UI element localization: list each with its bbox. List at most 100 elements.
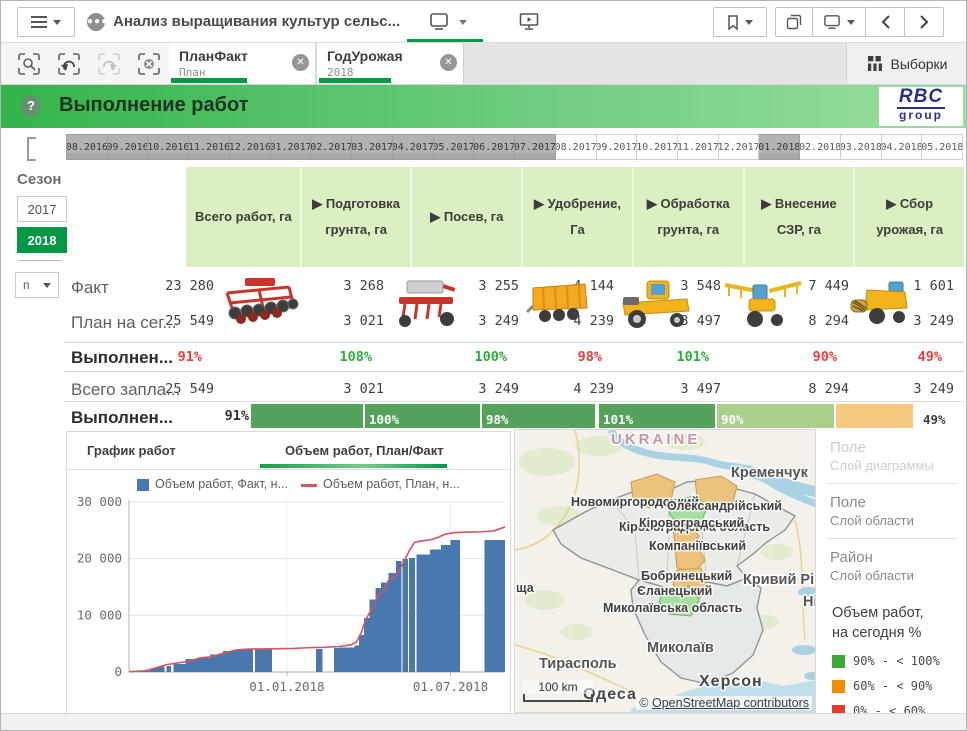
prev-sheet-button[interactable] <box>865 7 905 37</box>
tab-work-volume[interactable]: Объем работ, План/Факт <box>285 443 444 458</box>
timeline-month[interactable]: 11.2017 <box>678 134 719 160</box>
step-back-icon[interactable] <box>57 52 81 76</box>
layer-item[interactable]: ПолеСлой области <box>816 484 964 538</box>
bookmark-button[interactable] <box>713 7 767 37</box>
timeline-month[interactable]: 01.2018 <box>759 134 800 160</box>
layer-item[interactable]: РайонСлой области <box>816 539 964 593</box>
map-label: Херсон <box>699 673 763 690</box>
legend-fact-swatch <box>137 479 149 491</box>
next-sheet-button[interactable] <box>904 7 944 37</box>
smart-search-icon[interactable] <box>17 52 41 76</box>
chip-field: ГодУрожая <box>327 48 403 64</box>
mini-dropdown[interactable]: п <box>15 272 59 298</box>
sheet-icon[interactable] <box>429 13 449 31</box>
fact-area-bar <box>197 658 210 672</box>
layer-type: Слой области <box>830 512 964 529</box>
timeline-month[interactable]: 04.2017 <box>393 134 434 160</box>
column-header[interactable]: Всего работ, га <box>186 167 302 267</box>
map-label: ща <box>516 581 535 595</box>
done-bar-segment: 98% <box>482 404 599 428</box>
filter-chip-planfakt[interactable]: ПланФакт План ✕ <box>169 43 316 84</box>
timeline-month[interactable]: 10.2017 <box>637 134 678 160</box>
fact-area-bar <box>223 651 236 672</box>
duplicate-sheet-button[interactable] <box>775 7 813 37</box>
timeline-month[interactable]: 08.2016 <box>66 134 108 160</box>
timeline-month[interactable]: 02.2018 <box>800 134 841 160</box>
timeline-month[interactable]: 03.2018 <box>841 134 882 160</box>
sheet-list-button[interactable] <box>812 7 866 37</box>
clear-selections-icon[interactable] <box>137 52 161 76</box>
app-info-icon[interactable]: ●●● <box>87 13 105 31</box>
sheet-icon <box>823 14 841 30</box>
timeline-month[interactable]: 12.2017 <box>719 134 760 160</box>
timeline-month[interactable]: 05.2017 <box>434 134 475 160</box>
map-label: Кривий Ріг <box>743 572 816 588</box>
map-layers-panel: ПолеСлой диаграммыПолеСлой областиРайонС… <box>816 429 964 713</box>
fact-area-bar <box>450 540 459 672</box>
map-legend-item: 90% - < 100% <box>832 654 964 668</box>
y-tick-label: 10 000 <box>77 607 122 622</box>
timeline-month[interactable]: 12.2016 <box>230 134 271 160</box>
selections-label: Выборки <box>891 56 948 72</box>
help-icon[interactable]: ? <box>21 96 41 116</box>
layer-list: ПолеСлой диаграммыПолеСлой областиРайонС… <box>816 429 964 593</box>
timeline-month[interactable]: 09.2016 <box>108 134 149 160</box>
timeline-month[interactable]: 08.2017 <box>556 134 597 160</box>
legend-fact-label[interactable]: Объем работ, Факт, н... <box>155 477 288 491</box>
plan-fact-chart[interactable]: 010 00020 00030 00001.01.201801.07.2018 <box>67 494 510 715</box>
cell-plan_today: 8 294 <box>808 313 849 329</box>
legend-color-swatch <box>832 680 845 693</box>
cell-total_plan: 3 497 <box>680 381 721 397</box>
map-label: Тирасполь <box>539 656 617 672</box>
column-header[interactable]: ▶ Удобрение, Га <box>523 167 634 267</box>
timeline-month[interactable]: 01.2017 <box>271 134 312 160</box>
timeline: 08.201609.201610.201611.201612.201601.20… <box>66 134 963 160</box>
attribution-link[interactable]: OpenStreetMap contributors <box>652 696 809 710</box>
sheet-chevron-icon[interactable] <box>459 20 467 25</box>
selection-tools <box>1 43 169 84</box>
main-menu-button[interactable] <box>17 7 75 37</box>
timeline-month[interactable]: 06.2017 <box>474 134 515 160</box>
column-header[interactable]: ▶ Сбор урожая, га <box>855 167 964 267</box>
layer-field-name: Район <box>830 548 964 567</box>
legend-plan-label[interactable]: Объем работ, План, н... <box>323 477 460 491</box>
table-separator <box>64 401 964 402</box>
map-scale-label: 100 km <box>523 680 593 694</box>
work-volume-chart-card: График работ Объем работ, План/Факт Объе… <box>66 431 511 716</box>
work-table-header: Всего работ, га▶ Подготовка грунта, га▶ … <box>186 167 964 267</box>
cell-done_pct: 49% <box>918 349 942 365</box>
filter-chip-godurozhaya[interactable]: ГодУрожая 2018 ✕ <box>317 43 464 84</box>
fact-area-bar <box>388 573 396 672</box>
timeline-month[interactable]: 02.2017 <box>311 134 352 160</box>
timeline-month[interactable]: 04.2018 <box>882 134 923 160</box>
table-separator <box>64 342 964 343</box>
region-map[interactable]: UKRAINEКременчукНовомиргородськийОлексан… <box>514 429 816 713</box>
map-scale-bar <box>523 694 593 702</box>
map-scale: 100 km <box>523 680 593 702</box>
column-header[interactable]: ▶ Подготовка грунта, га <box>302 167 413 267</box>
presentation-icon[interactable] <box>519 12 539 32</box>
cell-done_pct: 101% <box>676 349 709 365</box>
step-forward-icon[interactable] <box>97 52 121 76</box>
timeline-month[interactable]: 10.2016 <box>148 134 189 160</box>
selections-bar: ПланФакт План ✕ ГодУрожая 2018 ✕ Выборки <box>1 43 967 85</box>
timeline-range-handle[interactable] <box>27 137 36 161</box>
tab-work-schedule[interactable]: График работ <box>87 443 176 458</box>
season-option-2018[interactable]: 2018 <box>17 227 67 253</box>
timeline-month[interactable]: 03.2017 <box>352 134 393 160</box>
timeline-month[interactable]: 05.2018 <box>922 134 963 160</box>
timeline-month[interactable]: 09.2017 <box>597 134 638 160</box>
cell-fact: 1 601 <box>913 278 954 294</box>
selections-tool-button[interactable]: Выборки <box>846 43 967 84</box>
timeline-month[interactable]: 07.2017 <box>515 134 556 160</box>
chip-close-icon[interactable]: ✕ <box>440 54 457 71</box>
cell-total_plan: 25 549 <box>165 381 214 397</box>
column-header[interactable]: ▶ Обработка грунта, га <box>634 167 745 267</box>
column-header[interactable]: ▶ Внесение СЗР, га <box>745 167 856 267</box>
tractor-icon <box>617 275 695 331</box>
chip-close-icon[interactable]: ✕ <box>292 54 309 71</box>
fact-area-bar <box>236 650 253 672</box>
column-header[interactable]: ▶ Посев, га <box>412 167 523 267</box>
timeline-month[interactable]: 11.2016 <box>189 134 230 160</box>
season-option-2017[interactable]: 2017 <box>17 196 67 222</box>
